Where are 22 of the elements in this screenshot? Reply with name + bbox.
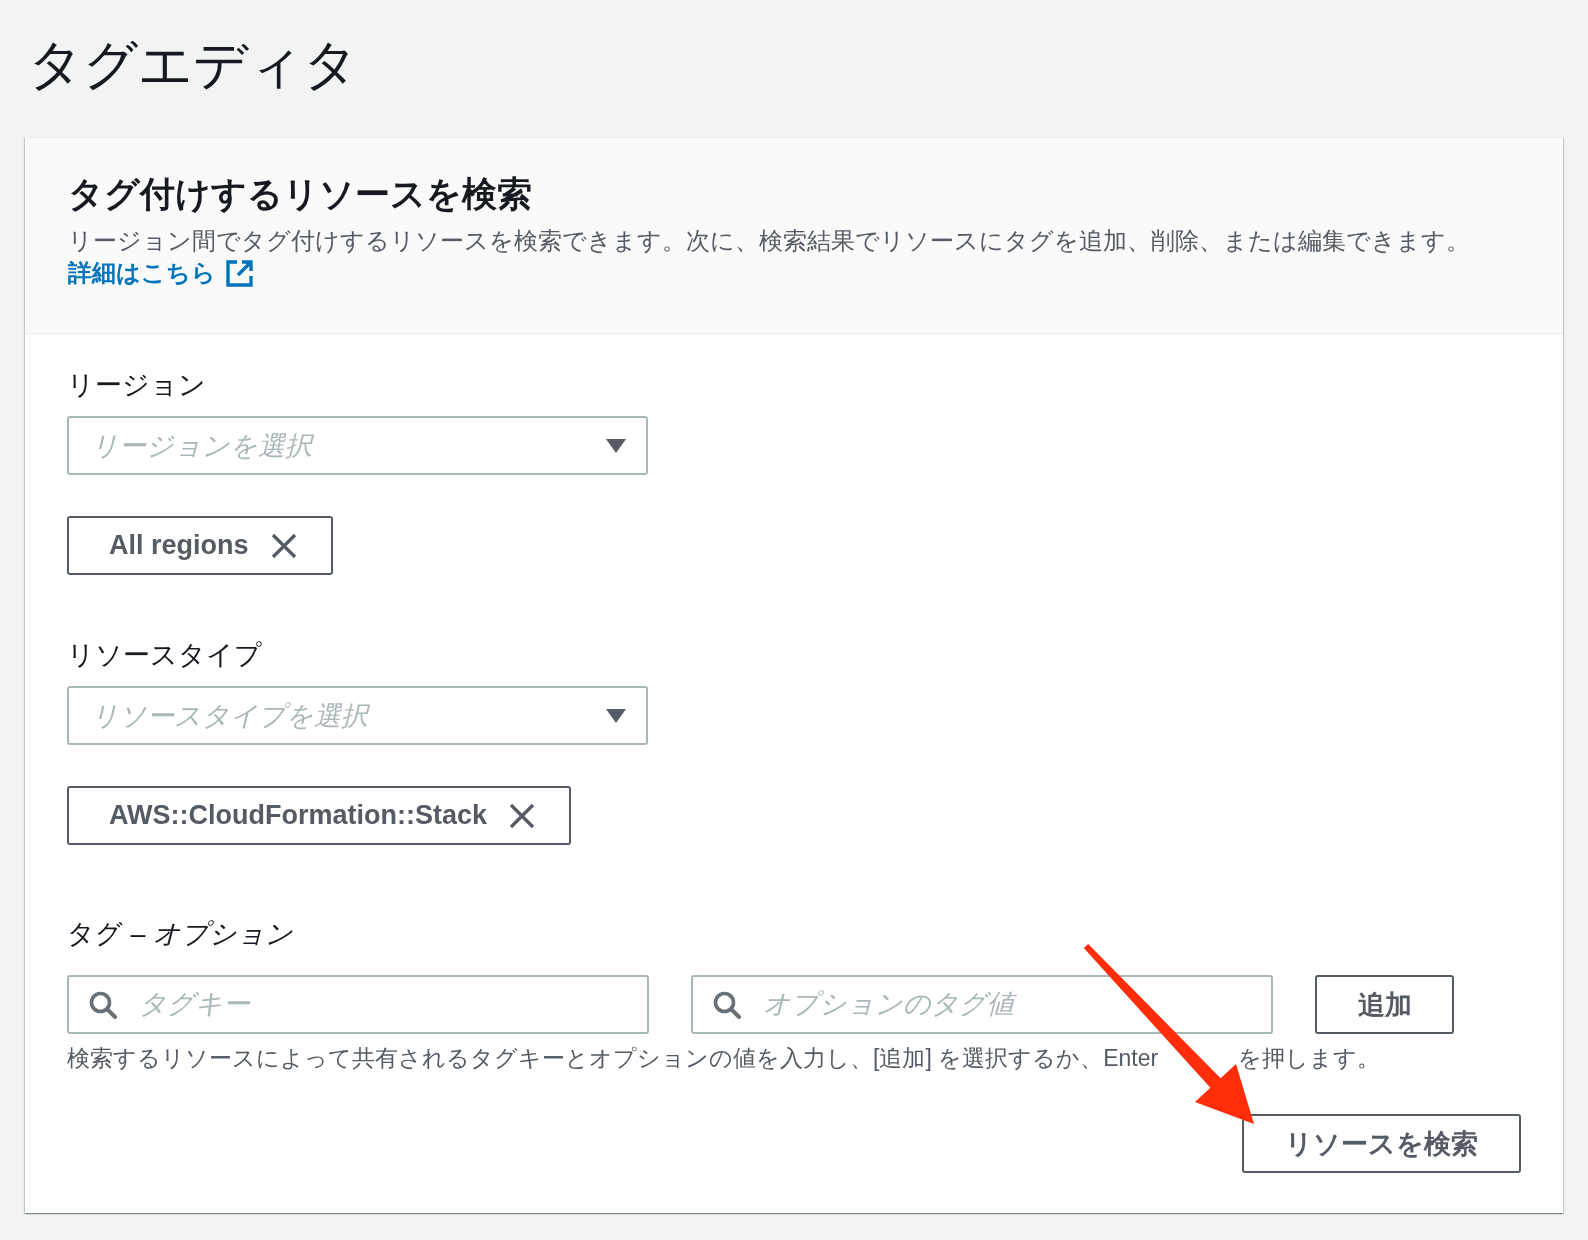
field-label: リソースタイプ xyxy=(67,639,262,672)
tag-value-field[interactable]: オプションのタグ値 xyxy=(691,975,1273,1034)
close-icon[interactable] xyxy=(270,532,297,559)
search-resources-button[interactable]: リソースを検索 xyxy=(1242,1114,1521,1173)
search-icon xyxy=(89,991,117,1019)
hint-text: 検索するリソースによって共有されるタグキーとオプションの値を入力し、[追加] を選択するか、Enter xyxy=(67,1044,1159,1072)
caret-icon xyxy=(606,438,626,453)
add-button[interactable]: 追加 xyxy=(1315,975,1454,1034)
tag-key-field[interactable]: タグキー xyxy=(67,975,649,1034)
page-title: タグエディタ xyxy=(28,33,358,96)
close-icon[interactable] xyxy=(509,802,535,829)
field-label: リージョン xyxy=(67,369,206,402)
hint-text: を押します。 xyxy=(1238,1044,1381,1072)
card-heading: タグ付けするリソースを検索 xyxy=(68,173,533,215)
field-label: タグ – オプション xyxy=(67,918,294,951)
caret-icon xyxy=(606,708,626,723)
search-icon xyxy=(713,991,741,1019)
external-link-icon xyxy=(226,259,253,287)
details-link[interactable]: 詳細はこちら xyxy=(68,257,253,289)
token-label: AWS::CloudFormation::Stack xyxy=(109,800,487,831)
token-label: All regions xyxy=(109,530,249,561)
description-text: リージョン間でタグ付けするリソースを検索できます。次に、検索結果でリソースにタグを追加、削除、または編集できます。 詳細はこちら xyxy=(68,225,1520,289)
